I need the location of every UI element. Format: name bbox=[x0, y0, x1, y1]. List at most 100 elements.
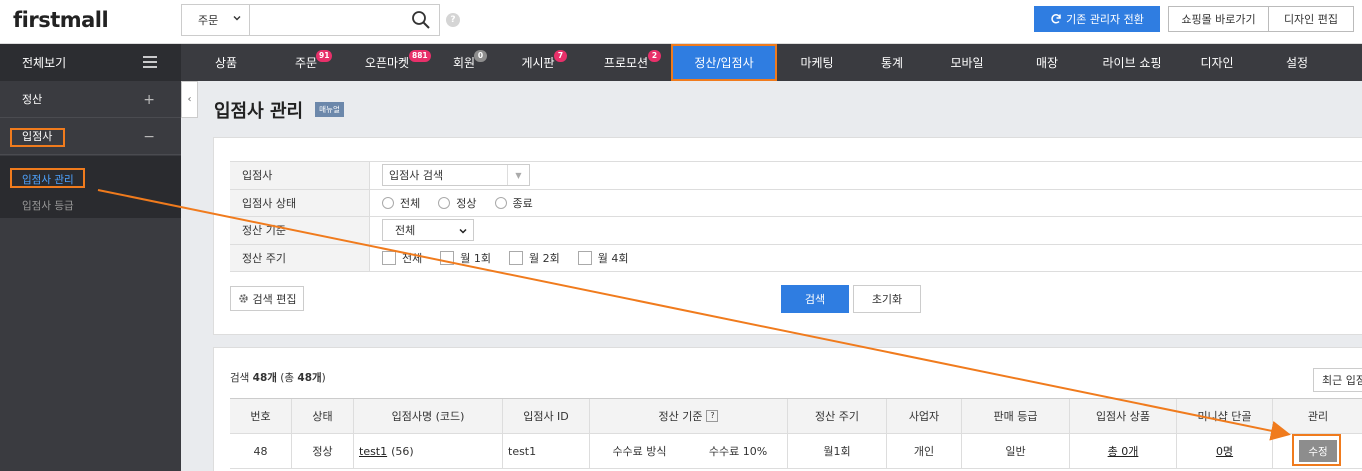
column-header: 정산 주기 bbox=[788, 399, 887, 433]
reset-button[interactable]: 초기화 bbox=[853, 285, 921, 313]
nav-item-openmarket[interactable]: 오픈마켓 881 bbox=[341, 44, 433, 81]
column-header: 입점사명 (코드) bbox=[354, 399, 503, 433]
design-edit-button[interactable]: 디자인 편집 bbox=[1268, 6, 1354, 32]
help-icon[interactable]: ? bbox=[446, 13, 460, 27]
checkbox-icon bbox=[509, 250, 523, 265]
filter-value: 전체 bbox=[382, 217, 474, 244]
column-header: 사업자 bbox=[887, 399, 962, 433]
filter-label: 입점사 상태 bbox=[230, 189, 370, 216]
refresh-icon bbox=[1051, 14, 1061, 24]
nav-item-settlement-seller[interactable]: 정산/입점사 bbox=[671, 44, 777, 81]
filter-row-basis: 정산 기준 전체 bbox=[230, 217, 1362, 245]
cell-name: test1 (56) bbox=[354, 434, 503, 468]
followers-link[interactable]: 0명 bbox=[1216, 443, 1233, 459]
cell-basis-type: 수수료 방식 bbox=[612, 445, 667, 458]
switch-admin-button[interactable]: 기존 관리자 전환 bbox=[1034, 6, 1160, 32]
checkbox-icon bbox=[577, 250, 592, 265]
search-edit-label: 검색 편집 bbox=[252, 292, 297, 306]
top-bar: firstmall 주문 ? 기존 관리자 전환 쇼핑몰 바로가기 디자인 편집 bbox=[0, 0, 1362, 44]
highlight-box bbox=[10, 128, 65, 147]
nav-item-board[interactable]: 게시판 7 bbox=[495, 44, 581, 81]
table-row: 48 정상 test1 (56) test1 수수료 방식 수수료 10% 월1회… bbox=[230, 434, 1362, 469]
column-header: 번호 bbox=[230, 399, 292, 433]
sidebar-item-settlement[interactable]: 정산 + bbox=[0, 81, 181, 118]
nav-item-label: 회원 bbox=[452, 56, 476, 70]
highlight-box bbox=[10, 168, 85, 188]
filter-label: 입점사 bbox=[230, 162, 370, 189]
cell-products: 총 0개 bbox=[1070, 434, 1177, 468]
recent-seller-button[interactable]: 최근 입점 bbox=[1313, 368, 1362, 392]
basis-select-value: 전체 bbox=[395, 224, 416, 238]
nav-item-live-shopping[interactable]: 라이브 쇼핑 bbox=[1087, 44, 1177, 81]
column-header: 관리 bbox=[1307, 410, 1329, 423]
count-badge: 881 bbox=[409, 50, 431, 62]
nav-item-label: 오픈마켓 bbox=[364, 56, 410, 70]
search-category-select[interactable]: 주문 bbox=[182, 5, 250, 35]
results-summary: 검색 48개 (총 48개) bbox=[230, 370, 326, 385]
count-badge: 0 bbox=[474, 50, 487, 62]
summary-count: 48개 bbox=[252, 372, 277, 384]
cycle-check-all[interactable]: 전체 bbox=[382, 250, 422, 266]
cell-grade: 일반 bbox=[962, 434, 1070, 468]
option-label: 전체 bbox=[400, 196, 421, 210]
expand-icon[interactable]: + bbox=[143, 92, 155, 108]
nav-item-member[interactable]: 회원 0 bbox=[433, 44, 495, 81]
filter-row-status: 입점사 상태 전체 정상 종료 bbox=[230, 189, 1362, 217]
collapse-icon[interactable]: − bbox=[143, 129, 155, 145]
nav-item-settings[interactable]: 설정 bbox=[1257, 44, 1337, 81]
radio-icon bbox=[438, 196, 451, 209]
caret-down-icon: ▼ bbox=[507, 165, 529, 186]
cell-cycle: 월1회 bbox=[788, 434, 887, 468]
search-input[interactable] bbox=[251, 5, 401, 35]
nav-item-marketing[interactable]: 마케팅 bbox=[777, 44, 857, 81]
results-panel: 검색 48개 (총 48개) 최근 입점 번호 상태 입점사명 (코드) 입점사… bbox=[213, 347, 1362, 471]
nav-item-stats[interactable]: 통계 bbox=[857, 44, 927, 81]
count-badge: 7 bbox=[554, 50, 567, 62]
nav-item-design[interactable]: 디자인 bbox=[1177, 44, 1257, 81]
status-radio-normal[interactable]: 정상 bbox=[438, 195, 477, 211]
gear-icon bbox=[238, 294, 248, 303]
summary-mid: (총 bbox=[276, 372, 298, 384]
seller-search-select[interactable]: 입점사 검색 ▼ bbox=[382, 164, 530, 187]
nav-item-label: 모바일 bbox=[950, 56, 984, 70]
nav-item-label: 통계 bbox=[880, 56, 904, 70]
hamburger-icon[interactable] bbox=[143, 56, 157, 68]
shop-link-button[interactable]: 쇼핑몰 바로가기 bbox=[1168, 6, 1269, 32]
products-link[interactable]: 총 0개 bbox=[1108, 443, 1139, 459]
status-radio-ended[interactable]: 종료 bbox=[494, 195, 533, 211]
search-category-label: 주문 bbox=[198, 14, 219, 27]
main-nav: 전체보기 상품 주문 91 오픈마켓 881 회원 0 게시판 7 프로모션 2 정산/입점사 마케팅 통… bbox=[0, 44, 1362, 81]
nav-item-mobile[interactable]: 모바일 bbox=[927, 44, 1007, 81]
seller-name-link[interactable]: test1 bbox=[359, 445, 387, 458]
count-badge: 2 bbox=[648, 50, 661, 62]
help-icon[interactable]: ? bbox=[706, 410, 719, 422]
status-radio-all[interactable]: 전체 bbox=[382, 195, 420, 211]
highlight-box bbox=[1292, 434, 1341, 466]
option-label: 종료 bbox=[512, 196, 533, 210]
cell-no: 48 bbox=[230, 434, 292, 468]
sidebar-item-seller-grade[interactable]: 입점사 등급 bbox=[22, 198, 74, 213]
checkbox-icon bbox=[440, 250, 455, 265]
nav-item-store[interactable]: 매장 bbox=[1007, 44, 1087, 81]
radio-icon bbox=[382, 196, 394, 209]
nav-item-order[interactable]: 주문 91 bbox=[271, 44, 341, 81]
nav-item-label: 주문 bbox=[294, 56, 318, 70]
cell-basis-value: 수수료 10% bbox=[689, 434, 788, 468]
manual-button[interactable]: 매뉴얼 bbox=[315, 102, 344, 117]
cycle-check-4[interactable]: 월 4회 bbox=[577, 250, 629, 266]
nav-item-promotion[interactable]: 프로모션 2 bbox=[581, 44, 671, 81]
chevron-left-icon: ‹ bbox=[187, 94, 192, 105]
search-edit-button[interactable]: 검색 편집 bbox=[230, 286, 304, 311]
logo[interactable]: firstmall bbox=[13, 8, 109, 32]
search-button[interactable]: 검색 bbox=[781, 285, 849, 313]
column-header-basis: 정산 기준? bbox=[590, 399, 788, 433]
basis-select[interactable]: 전체 bbox=[382, 219, 474, 242]
sidebar-collapse-button[interactable]: ‹ bbox=[181, 81, 198, 118]
nav-item-product[interactable]: 상품 bbox=[181, 44, 271, 81]
cycle-check-1[interactable]: 월 1회 bbox=[440, 250, 491, 266]
nav-all-menu[interactable]: 전체보기 bbox=[0, 44, 181, 81]
cell-biz: 개인 bbox=[887, 434, 962, 468]
search-icon[interactable] bbox=[411, 10, 431, 30]
cycle-check-2[interactable]: 월 2회 bbox=[509, 250, 560, 266]
nav-item-label: 정산/입점사 bbox=[694, 56, 754, 70]
